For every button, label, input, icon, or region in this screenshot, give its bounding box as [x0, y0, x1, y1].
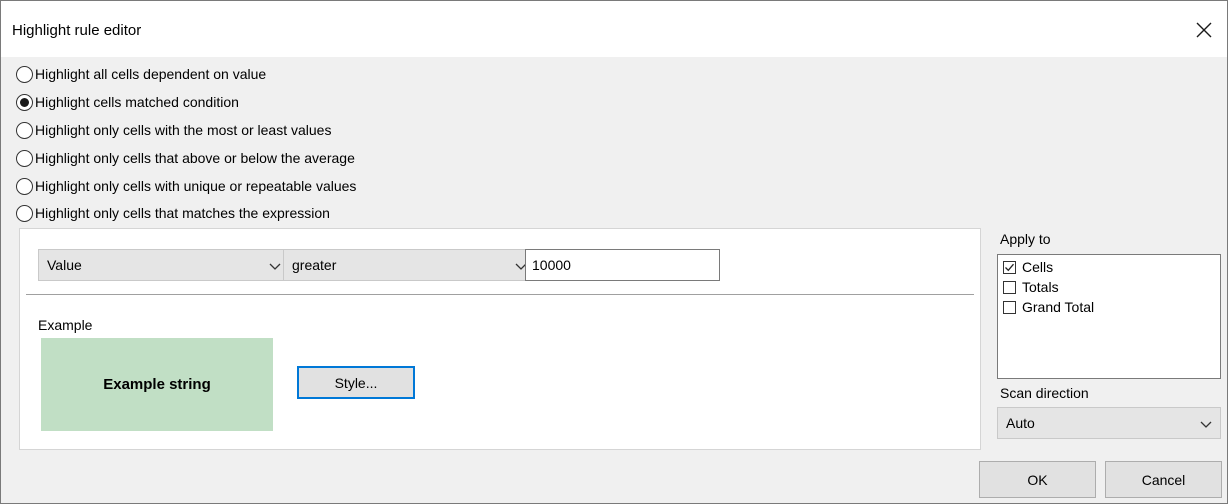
- apply-to-item-totals[interactable]: Totals: [1003, 278, 1059, 296]
- example-label: Example: [38, 317, 93, 333]
- radio-option-above-below-average[interactable]: Highlight only cells that above or below…: [16, 147, 355, 169]
- radio-button[interactable]: [16, 93, 33, 111]
- radio-option-most-least[interactable]: Highlight only cells with the most or le…: [16, 119, 331, 141]
- field-dropdown[interactable]: Value: [38, 249, 290, 281]
- radio-button[interactable]: [16, 204, 33, 222]
- radio-button[interactable]: [16, 65, 33, 83]
- checkbox-label: Totals: [1022, 279, 1059, 295]
- example-preview-text: Example string: [103, 376, 211, 393]
- chevron-down-icon: [1200, 417, 1212, 433]
- condition-value-input[interactable]: 10000: [525, 249, 720, 281]
- scan-direction-dropdown[interactable]: Auto: [997, 407, 1221, 439]
- checkbox-checked[interactable]: [1003, 260, 1016, 274]
- radio-label: Highlight only cells with the most or le…: [35, 122, 332, 138]
- operator-dropdown[interactable]: greater: [283, 249, 536, 281]
- example-preview: Example string: [41, 338, 273, 431]
- chevron-down-icon: [269, 259, 281, 275]
- radio-option-expression[interactable]: Highlight only cells that matches the ex…: [16, 202, 330, 224]
- checkbox[interactable]: [1003, 300, 1016, 314]
- operator-dropdown-value: greater: [292, 257, 337, 273]
- checkbox-label: Cells: [1022, 259, 1054, 275]
- scan-direction-label: Scan direction: [1000, 385, 1089, 401]
- title-bar: Highlight rule editor: [1, 1, 1227, 57]
- condition-value-text: 10000: [532, 257, 571, 273]
- style-button[interactable]: Style...: [297, 366, 415, 399]
- divider: [26, 294, 974, 296]
- apply-to-label: Apply to: [1000, 231, 1051, 247]
- radio-button[interactable]: [16, 149, 33, 167]
- radio-option-dependent-on-value[interactable]: Highlight all cells dependent on value: [16, 63, 266, 85]
- style-button-label: Style...: [334, 374, 378, 391]
- apply-to-list: Cells Totals Grand Total: [997, 254, 1221, 379]
- cancel-button-label: Cancel: [1141, 471, 1186, 488]
- radio-button[interactable]: [16, 121, 33, 139]
- cancel-button[interactable]: Cancel: [1105, 461, 1222, 498]
- radio-label: Highlight cells matched condition: [35, 94, 239, 110]
- field-dropdown-value: Value: [47, 257, 82, 273]
- radio-label: Highlight only cells that above or below…: [35, 150, 355, 166]
- dialog-title: Highlight rule editor: [12, 22, 142, 39]
- scan-direction-value: Auto: [1006, 415, 1035, 431]
- apply-to-item-cells[interactable]: Cells: [1003, 258, 1053, 276]
- radio-option-unique-repeatable[interactable]: Highlight only cells with unique or repe…: [16, 175, 356, 197]
- close-icon[interactable]: [1189, 15, 1219, 45]
- ok-button[interactable]: OK: [979, 461, 1096, 498]
- dialog-window: Highlight rule editor Highlight all cell…: [0, 0, 1228, 504]
- radio-label: Highlight only cells that matches the ex…: [35, 205, 330, 221]
- radio-option-matched-condition[interactable]: Highlight cells matched condition: [16, 91, 239, 113]
- condition-panel: Value greater 10000 Example Example stri…: [19, 228, 981, 450]
- apply-to-item-grand-total[interactable]: Grand Total: [1003, 298, 1094, 316]
- ok-button-label: OK: [1027, 471, 1048, 488]
- checkbox-label: Grand Total: [1022, 299, 1095, 315]
- checkbox[interactable]: [1003, 280, 1016, 294]
- radio-label: Highlight all cells dependent on value: [35, 66, 267, 82]
- radio-button[interactable]: [16, 177, 33, 195]
- radio-label: Highlight only cells with unique or repe…: [35, 178, 357, 194]
